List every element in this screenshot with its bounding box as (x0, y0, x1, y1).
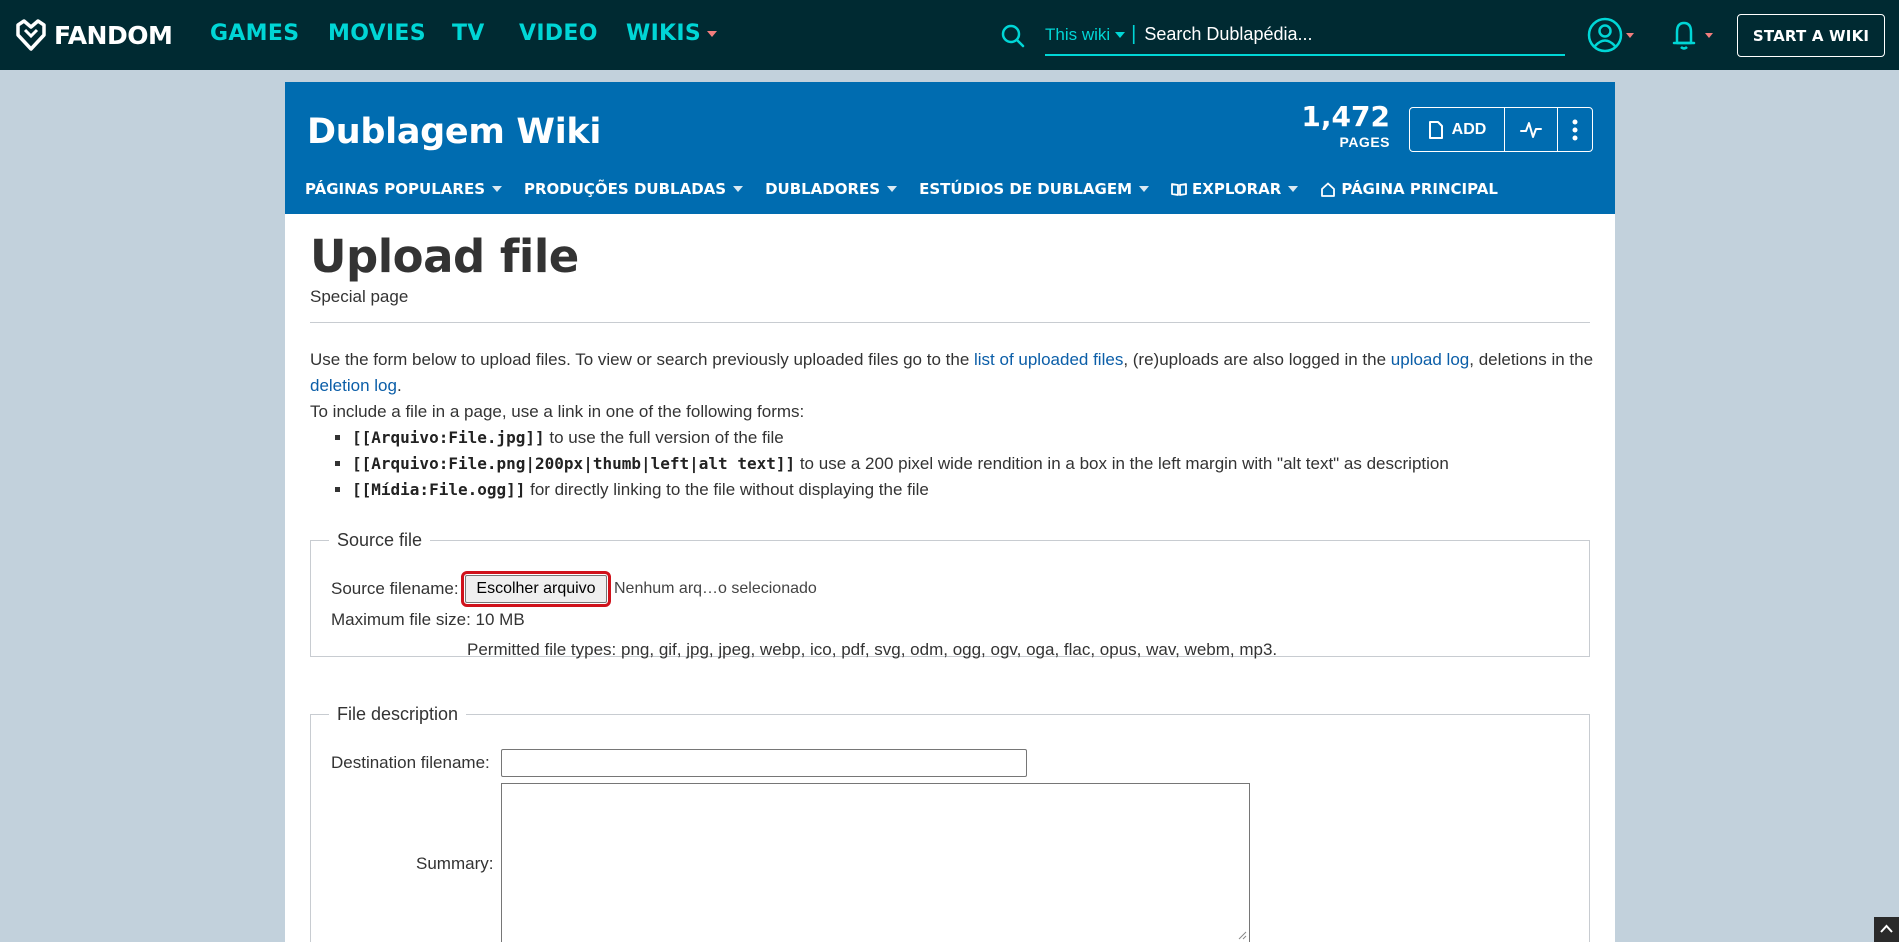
wiki-nav-label: PRODUÇÕES DUBLADAS (524, 180, 727, 198)
source-filename-label: Source filename: (331, 579, 459, 598)
wiki-nav-paginas-populares[interactable]: PÁGINAS POPULARES (305, 180, 502, 198)
search-separator: | (1131, 23, 1137, 45)
nav-wikis-label: WIKIS (626, 21, 702, 46)
link-forms-list: [[Arquivo:File.jpg]] to use the full ver… (352, 425, 1600, 503)
wiki-nav-dubladores[interactable]: DUBLADORES (765, 180, 898, 198)
source-file-legend: Source file (337, 530, 423, 550)
pages-count-number: 1,472 (1301, 100, 1390, 133)
more-vertical-icon (1572, 119, 1578, 140)
wiki-name[interactable]: Dublagem Wiki (307, 112, 601, 152)
book-icon (1171, 183, 1187, 196)
file-description-legend: File description (337, 704, 459, 724)
wiki-nav-label: PÁGINA PRINCIPAL (1341, 180, 1498, 198)
wiki-header: Dublagem Wiki 1,472 PAGES ADD PÁGINAS PO… (285, 82, 1615, 214)
list-of-uploaded-files-link[interactable]: list of uploaded files (974, 350, 1123, 369)
chevron-down-icon (707, 31, 718, 37)
nav-video[interactable]: VIDEO (519, 21, 598, 46)
fandom-logo[interactable]: FANDOM (14, 18, 173, 52)
include-line: To include a file in a page, use a link … (310, 402, 805, 421)
list-item: [[Mídia:File.ogg]] for directly linking … (352, 477, 1600, 503)
summary-label: Summary: (416, 854, 494, 873)
more-options-button[interactable] (1557, 108, 1592, 151)
upload-log-link[interactable]: upload log (1391, 350, 1469, 369)
notifications-menu[interactable] (1666, 17, 1714, 58)
wiki-nav-label: DUBLADORES (765, 180, 881, 198)
search-input[interactable] (1144, 24, 1545, 45)
source-file-fieldset: Source file Source filename: Escolher ar… (310, 530, 1590, 659)
wiki-tools: ADD (1409, 107, 1593, 152)
chevron-down-icon (733, 186, 744, 192)
search-scope-label: This wiki (1045, 24, 1111, 44)
pages-count-label: PAGES (1339, 134, 1390, 150)
chevron-up-icon (1880, 924, 1893, 933)
intro-text: . (396, 376, 402, 395)
wiki-nav-explorar[interactable]: EXPLORAR (1171, 180, 1299, 198)
list-item-text: to use the full version of the file (544, 428, 784, 447)
scroll-to-top-button[interactable] (1874, 917, 1899, 942)
max-file-size: Maximum file size: 10 MB (331, 610, 525, 629)
nav-games[interactable]: GAMES (210, 21, 299, 46)
wiki-nav-pagina-principal[interactable]: PÁGINA PRINCIPAL (1320, 180, 1498, 198)
wiki-nav: PÁGINAS POPULARES PRODUÇÕES DUBLADAS DUB… (305, 180, 1520, 198)
file-description-fieldset: File description Destination filename: S… (310, 704, 1590, 942)
bell-icon (1672, 21, 1713, 50)
intro-text: , deletions in the (1469, 350, 1594, 369)
fandom-logo-text: FANDOM (54, 20, 173, 50)
global-search: This wiki | (1045, 15, 1565, 56)
add-page-icon (1428, 120, 1443, 139)
chevron-down-icon (1115, 31, 1126, 38)
user-avatar-icon (1587, 17, 1634, 53)
destination-filename-label: Destination filename: (331, 753, 490, 772)
activity-icon (1520, 121, 1542, 138)
destination-filename-input[interactable] (501, 749, 1027, 777)
list-item: [[Arquivo:File.png|200px|thumb|left|alt … (352, 451, 1600, 477)
intro-paragraph: Use the form below to upload files. To v… (310, 347, 1600, 399)
resize-handle-icon[interactable] (1237, 930, 1247, 940)
global-nav: FANDOM GAMES MOVIES TV VIDEO WIKIS This … (0, 0, 1899, 70)
wiki-page: Dublagem Wiki 1,472 PAGES ADD PÁGINAS PO… (285, 82, 1615, 942)
code-sample: [[Mídia:File.ogg]] (352, 480, 526, 499)
search-scope-dropdown[interactable]: This wiki (1045, 24, 1126, 45)
no-file-selected-text: Nenhum arq…o selecionado (614, 580, 817, 597)
nav-tv[interactable]: TV (452, 21, 485, 46)
choose-file-button[interactable]: Escolher arquivo (461, 571, 611, 607)
list-item: [[Arquivo:File.jpg]] to use the full ver… (352, 425, 1600, 451)
wiki-nav-estudios-de-dublagem[interactable]: ESTÚDIOS DE DUBLAGEM (919, 180, 1150, 198)
code-sample: [[Arquivo:File.jpg]] (352, 428, 545, 447)
intro-text: Use the form below to upload files. To v… (310, 350, 974, 369)
home-icon (1321, 182, 1336, 197)
chevron-down-icon (1139, 186, 1150, 192)
code-sample: [[Arquivo:File.png|200px|thumb|left|alt … (352, 454, 796, 473)
page-title: Upload file (310, 230, 579, 283)
nav-movies[interactable]: MOVIES (328, 21, 426, 46)
summary-textarea[interactable] (501, 783, 1250, 942)
chevron-down-icon (1288, 186, 1299, 192)
divider (310, 322, 1590, 323)
list-item-text: for directly linking to the file without… (525, 480, 929, 499)
wiki-nav-label: ESTÚDIOS DE DUBLAGEM (919, 180, 1133, 198)
chevron-down-icon (887, 186, 898, 192)
search-icon[interactable] (1000, 23, 1026, 49)
wiki-nav-producoes-dubladas[interactable]: PRODUÇÕES DUBLADAS (524, 180, 744, 198)
add-label: ADD (1451, 120, 1487, 138)
fandom-heart-icon (16, 19, 46, 51)
wiki-nav-label: EXPLORAR (1192, 180, 1282, 198)
pages-count: 1,472 PAGES (1301, 100, 1390, 151)
start-a-wiki-button[interactable]: START A WIKI (1737, 14, 1885, 57)
nav-wikis[interactable]: WIKIS (626, 21, 718, 46)
permitted-file-types: Permitted file types: png, gif, jpg, jpe… (467, 640, 1278, 659)
user-menu[interactable] (1587, 17, 1635, 58)
chevron-down-icon (492, 186, 502, 192)
list-item-text: to use a 200 pixel wide rendition in a b… (795, 454, 1449, 473)
upload-intro: Use the form below to upload files. To v… (310, 347, 1600, 503)
add-button[interactable]: ADD (1410, 108, 1504, 151)
activity-button[interactable] (1504, 108, 1557, 151)
wiki-nav-label: PÁGINAS POPULARES (305, 180, 485, 198)
intro-text: , (re)uploads are also logged in the (1123, 350, 1391, 369)
page-subtitle: Special page (310, 287, 409, 306)
deletion-log-link[interactable]: deletion log (310, 376, 397, 395)
